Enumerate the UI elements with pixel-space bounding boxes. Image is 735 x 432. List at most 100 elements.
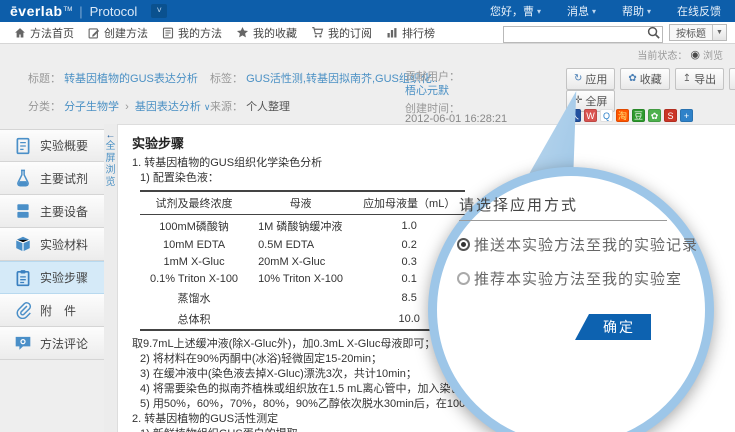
nav-my-methods[interactable]: 我的方法 (162, 25, 222, 41)
table-row: 总体积10.0 (140, 308, 465, 330)
nav-rankings[interactable]: 排行榜 (386, 25, 435, 41)
sidebar-item-reagents[interactable]: 主要试剂 (0, 162, 104, 195)
browse-status-icon: ◉ (690, 50, 700, 60)
product-switcher-caret-icon[interactable]: ˅ (151, 4, 167, 18)
logo-tm: TM (64, 7, 73, 13)
export-button-label: 导出 (694, 71, 716, 87)
share-taobao-icon[interactable]: 淘 (616, 109, 629, 122)
breadcrumb-separator: › (125, 101, 129, 113)
logo[interactable]: ēverlab TM | Protocol (10, 3, 137, 19)
source-value: 个人整理 (246, 101, 290, 113)
share-more-icon[interactable]: + (680, 109, 693, 122)
bar-chart-icon (386, 27, 398, 39)
radio-button[interactable] (457, 272, 470, 285)
table-row: 蒸馏水8.5 (140, 287, 465, 308)
toolbar: ↻ 应用 ✿ 收藏 ↥ 导出 ⊟ 打印 (566, 68, 735, 90)
radio-button[interactable] (457, 238, 470, 251)
search-filter-value: 按标题 (670, 25, 712, 40)
table-cell: 蒸馏水 (140, 287, 248, 308)
share-kaixin-icon[interactable]: ✿ (648, 109, 661, 122)
sidebar-item-label: 实验步骤 (40, 269, 88, 286)
feedback-link[interactable]: 在线反馈 (677, 3, 721, 19)
caret-down-icon: ▾ (647, 7, 651, 16)
fullscreen-browse-strip: ← 全 屏 浏 览 (104, 124, 118, 432)
favorite-button-label: 收藏 (640, 71, 662, 87)
table-cell (248, 308, 353, 330)
sidebar-item-label: 实验材料 (40, 236, 88, 253)
edit-icon (88, 27, 100, 39)
share-sohu-icon[interactable]: S (664, 109, 677, 122)
sidebar-item-label: 附 件 (40, 302, 76, 319)
share-qzone-icon[interactable]: Q (600, 109, 613, 122)
table-cell: 总体积 (140, 308, 248, 330)
nav-my-favorites[interactable]: 我的收藏 (236, 25, 297, 41)
comment-icon (14, 334, 32, 352)
arrow-left-icon: ← (104, 130, 117, 141)
category-child-link[interactable]: 基因表达分析 (135, 101, 201, 113)
help-menu-label: 帮助 (622, 3, 644, 19)
export-button[interactable]: ↥ 导出 (675, 68, 724, 90)
option-label: 推送本实验方法至我的实验记录 (474, 234, 698, 255)
search-input[interactable] (503, 26, 663, 43)
sidebar-item-label: 方法评论 (40, 335, 88, 352)
caret-down-icon: ▼ (712, 25, 726, 40)
help-menu[interactable]: 帮助 ▾ (622, 3, 651, 19)
messages-menu[interactable]: 消息 ▾ (567, 3, 596, 19)
table-cell: 1mM X-Gluc (140, 253, 248, 270)
share-weibo-icon[interactable]: W (584, 109, 597, 122)
table-cell: 1M 磷酸钠缓冲液 (248, 215, 353, 237)
category-parent-link[interactable]: 分子生物学 (64, 101, 119, 113)
table-cell: 0.5M EDTA (248, 236, 353, 253)
document-icon (14, 137, 32, 155)
nav-search-area: 按标题 ▼ (503, 24, 727, 41)
strip-char: 全 (104, 141, 117, 153)
confirm-button[interactable]: 确定 (575, 314, 651, 340)
search-filter-select[interactable]: 按标题 ▼ (669, 24, 727, 41)
contributor-link[interactable]: 梧心元默 (405, 82, 449, 98)
table-cell: 20mM X-Gluc (248, 253, 353, 270)
nav-label: 创建方法 (104, 25, 148, 41)
paperclip-icon (14, 301, 32, 319)
sidebar-item-steps[interactable]: 实验步骤 (0, 261, 104, 294)
export-icon: ↥ (683, 74, 691, 84)
user-menu[interactable]: 您好，曹 ▾ (490, 3, 541, 19)
title-label: 标题： (28, 73, 61, 85)
protocol-title-link[interactable]: 转基因植物的GUS表达分析 (64, 73, 198, 85)
caret-down-icon: ▾ (592, 7, 596, 16)
favorite-icon: ✿ (628, 74, 636, 84)
nav-create-method[interactable]: 创建方法 (88, 25, 148, 41)
sidebar-item-overview[interactable]: 实验概要 (0, 129, 104, 162)
fullscreen-browse-toggle[interactable]: ← 全 屏 浏 览 (104, 130, 117, 189)
popup-title: 请选择应用方式 (459, 194, 578, 215)
table-row: 10mM EDTA0.5M EDTA0.2 (140, 236, 465, 253)
source-label: 来源： (210, 101, 243, 113)
strip-char: 浏 (104, 165, 117, 177)
star-icon (236, 26, 249, 39)
search-icon[interactable] (646, 25, 661, 40)
favorite-button[interactable]: ✿ 收藏 (620, 68, 669, 90)
table-row: 1mM X-Gluc20mM X-Gluc0.3 (140, 253, 465, 270)
sidebar-item-attachments[interactable]: 附 件 (0, 294, 104, 327)
table-header: 应加母液量（mL） (353, 191, 465, 215)
search-box (503, 24, 663, 41)
nav-label: 排行榜 (402, 25, 435, 41)
sidebar-item-comments[interactable]: 方法评论 (0, 327, 104, 360)
nav-method-home[interactable]: 方法首页 (14, 25, 74, 41)
share-douban-icon[interactable]: 豆 (632, 109, 645, 122)
main-nav: 方法首页 创建方法 我的方法 我的收藏 我的订阅 排行榜 (0, 22, 735, 44)
option-recommend-to-lab[interactable]: 推荐本实验方法至我的实验室 (457, 268, 682, 289)
protocol-meta: 标题： 转基因植物的GUS表达分析 标签： GUS活性测,转基因拟南芥,GUS组… (0, 60, 735, 124)
home-icon (14, 27, 26, 39)
nav-my-subscriptions[interactable]: 我的订阅 (311, 25, 372, 41)
messages-menu-label: 消息 (567, 3, 589, 19)
nav-label: 我的方法 (178, 25, 222, 41)
sidebar-item-equipment[interactable]: 主要设备 (0, 195, 104, 228)
nav-label: 方法首页 (30, 25, 74, 41)
apply-button[interactable]: ↻ 应用 (566, 68, 615, 90)
sidebar-item-materials[interactable]: 实验材料 (0, 228, 104, 261)
feedback-link-label: 在线反馈 (677, 3, 721, 19)
print-button[interactable]: ⊟ 打印 (729, 68, 735, 90)
table-cell: 0.1% Triton X-100 (140, 270, 248, 287)
option-push-to-lab-records[interactable]: 推送本实验方法至我的实验记录 (457, 234, 698, 255)
product-name: Protocol (90, 4, 138, 19)
